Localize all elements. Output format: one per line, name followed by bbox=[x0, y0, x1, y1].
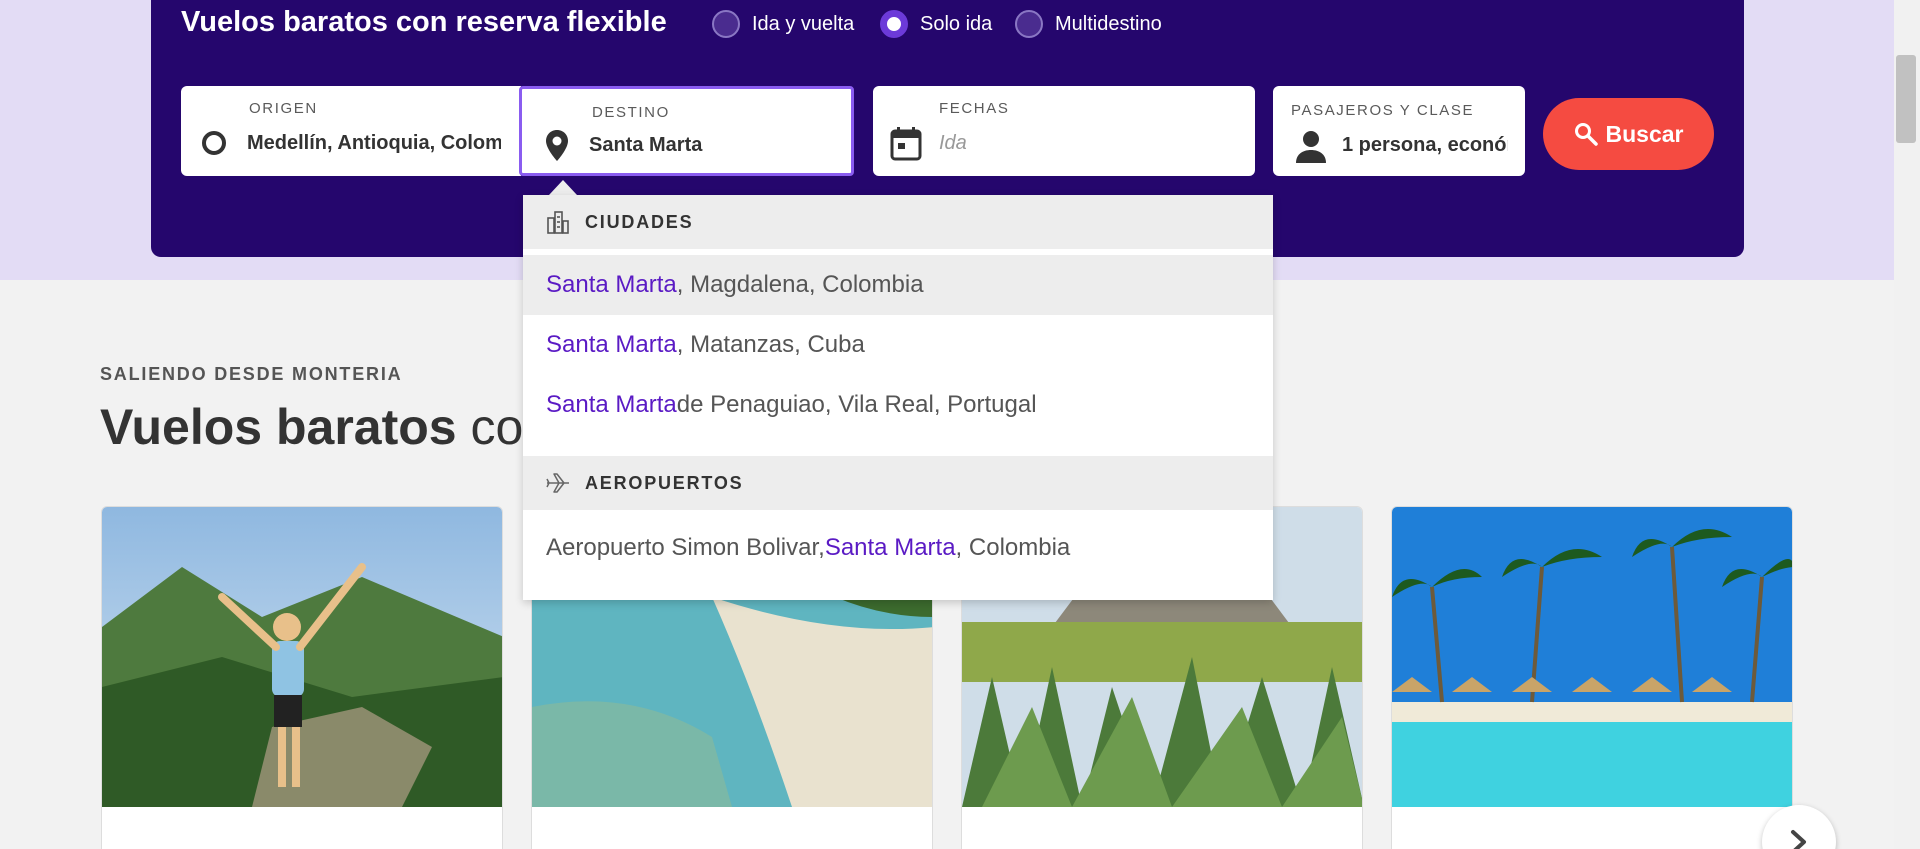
passengers-label: PASAJEROS Y CLASE bbox=[1291, 102, 1475, 119]
location-pin-icon bbox=[546, 130, 568, 161]
chevron-right-icon bbox=[1791, 830, 1806, 849]
airplane-icon bbox=[546, 473, 569, 493]
search-icon bbox=[1574, 123, 1598, 146]
suggestion-city[interactable]: Santa Marta, Magdalena, Colombia bbox=[523, 255, 1273, 315]
calendar-icon bbox=[890, 127, 922, 161]
destination-input[interactable]: Santa Marta bbox=[589, 134, 829, 157]
airports-header-label: AEROPUERTOS bbox=[585, 472, 744, 493]
trip-type-multi-city[interactable]: Multidestino bbox=[1015, 10, 1162, 38]
section-eyebrow: SALIENDO DESDE MONTERIA bbox=[100, 364, 403, 384]
dropdown-pointer bbox=[549, 180, 577, 195]
search-panel-title: Vuelos baratos con reserva flexible bbox=[181, 6, 667, 38]
page-scrollbar[interactable] bbox=[1894, 0, 1920, 849]
trip-type-label: Solo ida bbox=[920, 12, 993, 35]
airports-header: AEROPUERTOS bbox=[523, 456, 1273, 510]
origin-circle-icon bbox=[202, 131, 226, 155]
section-title: Vuelos baratos con bbox=[100, 398, 551, 456]
search-button[interactable]: Buscar bbox=[1543, 98, 1714, 170]
destination-suggestions: CIUDADES Santa Marta, Magdalena, Colombi… bbox=[523, 195, 1273, 600]
section-title-bold: Vuelos baratos bbox=[100, 399, 457, 455]
radio-checked-icon[interactable] bbox=[880, 10, 908, 38]
passengers-value[interactable]: 1 persona, económica bbox=[1342, 134, 1508, 157]
search-button-label: Buscar bbox=[1605, 120, 1684, 147]
departure-date-input[interactable]: Ida bbox=[939, 132, 967, 155]
suggestion-rest: , Colombia bbox=[955, 534, 1071, 561]
trip-type-one-way[interactable]: Solo ida bbox=[880, 10, 992, 38]
radio-icon[interactable] bbox=[1015, 10, 1043, 38]
suggestion-match: Santa Marta bbox=[546, 271, 677, 298]
card-image-palms bbox=[1392, 507, 1792, 807]
suggestion-match: Santa Marta bbox=[546, 391, 677, 418]
dates-label: FECHAS bbox=[939, 100, 1010, 117]
cities-header-label: CIUDADES bbox=[585, 211, 694, 232]
trip-type-label: Multidestino bbox=[1055, 12, 1162, 35]
passengers-field[interactable]: PASAJEROS Y CLASE 1 persona, económica bbox=[1273, 86, 1525, 176]
suggestion-city[interactable]: Santa Marta, Matanzas, Cuba bbox=[523, 315, 1273, 375]
suggestion-match: Santa Marta bbox=[546, 331, 677, 358]
origin-value[interactable]: Medellín, Antioquia, Colombia bbox=[247, 132, 501, 155]
cities-header: CIUDADES bbox=[523, 195, 1273, 249]
buildings-icon bbox=[547, 211, 569, 234]
dates-field[interactable]: FECHAS Ida bbox=[873, 86, 1255, 176]
destination-label: DESTINO bbox=[592, 104, 670, 121]
origin-label: ORIGEN bbox=[249, 100, 318, 117]
suggestion-city[interactable]: Santa Marta de Penaguiao, Vila Real, Por… bbox=[523, 375, 1273, 435]
suggestion-prefix: Aeropuerto Simon Bolivar, bbox=[546, 534, 825, 561]
trip-type-round-trip[interactable]: Ida y vuelta bbox=[712, 10, 854, 38]
radio-icon[interactable] bbox=[712, 10, 740, 38]
destination-card[interactable] bbox=[101, 506, 503, 849]
scrollbar-thumb[interactable] bbox=[1896, 55, 1916, 143]
palm-beach-photo bbox=[1392, 507, 1792, 807]
person-icon bbox=[1296, 131, 1326, 163]
hiker-photo bbox=[102, 507, 502, 807]
suggestion-match: Santa Marta bbox=[824, 534, 956, 561]
destination-field[interactable]: DESTINO Santa Marta bbox=[519, 86, 854, 176]
suggestion-rest: de Penaguiao, Vila Real, Portugal bbox=[676, 391, 1037, 418]
origin-field[interactable]: ORIGEN Medellín, Antioquia, Colombia bbox=[181, 86, 521, 176]
destination-card[interactable] bbox=[1391, 506, 1793, 849]
suggestion-rest: , Matanzas, Cuba bbox=[676, 331, 865, 358]
trip-type-label: Ida y vuelta bbox=[752, 12, 855, 35]
suggestion-airport[interactable]: Aeropuerto Simon Bolivar, Santa Marta, C… bbox=[523, 518, 1273, 578]
suggestion-rest: , Magdalena, Colombia bbox=[676, 271, 924, 298]
card-image-hiker bbox=[102, 507, 502, 807]
